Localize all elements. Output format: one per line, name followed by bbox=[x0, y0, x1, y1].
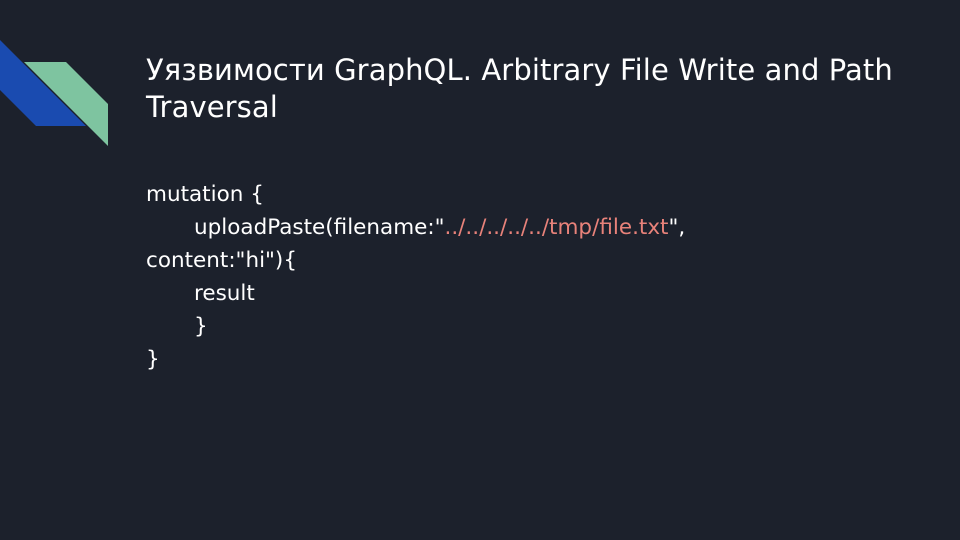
code-text: mutation { bbox=[146, 182, 264, 207]
slide: Уязвимости GraphQL. Arbitrary File Write… bbox=[0, 0, 960, 540]
code-line-3: content:"hi"){ bbox=[146, 244, 906, 277]
code-line-4: result bbox=[146, 277, 906, 310]
code-text: uploadPaste(filename:" bbox=[194, 215, 445, 240]
code-text: ", bbox=[668, 215, 686, 240]
corner-decoration-icon bbox=[0, 40, 108, 146]
code-line-1: mutation { bbox=[146, 178, 906, 211]
code-text: } bbox=[194, 314, 208, 339]
code-line-5: } bbox=[146, 310, 906, 343]
path-string: ../../../../../tmp/file.txt bbox=[444, 215, 669, 240]
code-block: mutation { uploadPaste(filename:"../../.… bbox=[146, 178, 906, 376]
code-line-2: uploadPaste(filename:"../../../../../tmp… bbox=[146, 211, 906, 244]
code-text: content:"hi"){ bbox=[146, 248, 298, 273]
code-line-6: } bbox=[146, 343, 906, 376]
slide-title: Уязвимости GraphQL. Arbitrary File Write… bbox=[146, 53, 893, 124]
code-text: } bbox=[146, 347, 160, 372]
code-text: result bbox=[194, 281, 255, 306]
